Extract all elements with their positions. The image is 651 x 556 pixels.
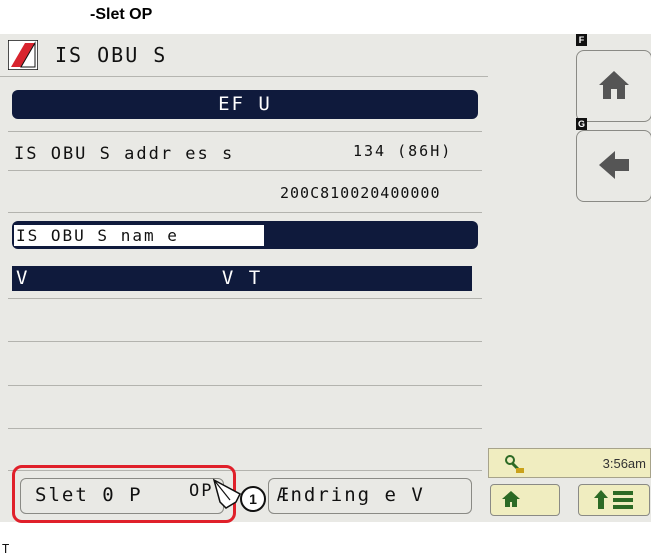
name-field-row[interactable]: IS OBU S nam e	[12, 221, 478, 249]
row-divider	[8, 385, 482, 386]
vt-left-char: V	[16, 267, 30, 289]
brand-logo-icon	[8, 40, 38, 70]
page-title: IS OBU S	[55, 43, 168, 67]
address-label: IS OBU S addr es s	[14, 144, 235, 164]
home-icon	[599, 71, 629, 99]
highlight-outline	[12, 465, 236, 523]
home-small-button[interactable]	[490, 484, 560, 516]
title-bar: IS OBU S	[0, 34, 488, 77]
id-value: 200C810020400000	[280, 184, 441, 202]
row-divider	[8, 341, 482, 342]
arrow-left-icon	[599, 151, 629, 179]
home-icon	[502, 491, 520, 507]
status-time: 3:56am	[602, 456, 646, 471]
machine-status-icon	[505, 455, 524, 474]
vt-label: V T	[221, 267, 263, 289]
section-header-bar: EF U	[12, 90, 478, 119]
change-button-label: Ændring e V	[277, 484, 425, 506]
row-divider	[8, 131, 482, 132]
main-screen: IS OBU S EF U IS OBU S addr es s 134 (86…	[0, 34, 488, 556]
figure-caption: -Slet OP	[90, 6, 153, 23]
row-divider	[8, 212, 482, 213]
home-shortcut-tag: F	[576, 34, 587, 46]
up-grid-button[interactable]	[578, 484, 650, 516]
status-box: 3:56am	[488, 448, 651, 478]
home-button[interactable]	[576, 50, 651, 122]
back-shortcut-tag: G	[576, 118, 587, 130]
name-field[interactable]: IS OBU S nam e	[14, 225, 264, 246]
change-button[interactable]: Ændring e V	[268, 478, 472, 514]
corner-text: T	[2, 542, 10, 556]
row-divider	[8, 170, 482, 171]
callout-number: 1	[240, 486, 266, 512]
right-panel: F G 3:56am	[488, 34, 651, 522]
row-divider	[8, 298, 482, 299]
address-value: 134 (86H)	[353, 142, 453, 160]
row-divider	[8, 428, 482, 429]
up-arrow-grid-icon	[594, 490, 633, 509]
back-button[interactable]	[576, 130, 651, 202]
vt-bar[interactable]: V V T	[12, 266, 472, 291]
